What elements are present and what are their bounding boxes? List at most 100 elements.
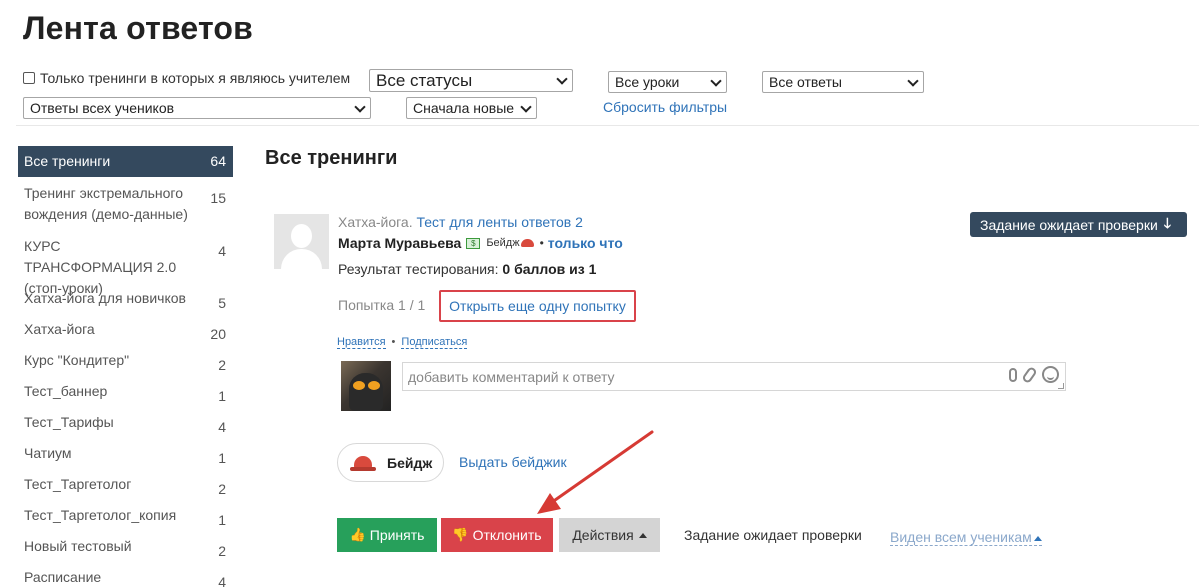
sidebar-item[interactable]: Тест_Таргетолог_копия 1 <box>18 505 233 528</box>
reject-label: Отклонить <box>472 527 542 543</box>
sidebar-item[interactable]: Тренинг экстремального вождения (демо-да… <box>18 183 233 225</box>
sort-select-value: Сначала новые <box>413 100 515 116</box>
comment-tools <box>1009 365 1059 384</box>
sidebar-item[interactable]: Курс "Кондитер" 2 <box>18 350 233 373</box>
sidebar-item[interactable]: Чатиум 1 <box>18 443 233 466</box>
sidebar-item[interactable]: Тест_Таргетолог 2 <box>18 474 233 497</box>
sidebar-item-count: 1 <box>218 388 226 404</box>
sidebar-item-count: 1 <box>218 450 226 466</box>
caret-up-icon <box>1033 535 1042 541</box>
sidebar-item-count: 4 <box>218 243 226 259</box>
paperclip-icon[interactable] <box>1021 365 1038 384</box>
students-select[interactable]: Ответы всех учеников <box>23 97 371 119</box>
sidebar-item-label: Расписание <box>24 569 102 585</box>
teacher-only-filter[interactable]: Только тренинги в которых я являюсь учит… <box>23 70 350 86</box>
visibility-label: Виден всем ученикам <box>890 529 1032 545</box>
comment-placeholder: добавить комментарий к ответу <box>408 369 615 385</box>
sidebar-item-label: Тест_баннер <box>24 383 108 399</box>
annotation-arrow-head <box>537 493 561 514</box>
chevron-down-icon <box>354 101 366 113</box>
lessons-select[interactable]: Все уроки <box>608 71 727 93</box>
sidebar-item-count: 4 <box>218 574 226 588</box>
thumbs-down-icon: 👎 <box>452 527 469 542</box>
badge-label: Бейдж <box>387 454 433 471</box>
result-label: Результат тестирования: <box>338 261 499 277</box>
actions-label: Действия <box>572 527 634 543</box>
chevron-down-icon <box>907 75 919 87</box>
training-name[interactable]: Хатха-йога. <box>338 214 413 230</box>
answers-select-value: Все ответы <box>769 74 842 90</box>
resize-grip[interactable] <box>1058 383 1064 389</box>
give-badge-link[interactable]: Выдать бейджик <box>459 454 567 470</box>
attempt-counter: Попытка 1 / 1 <box>338 297 426 313</box>
answer-time[interactable]: только что <box>548 235 623 251</box>
smile-icon[interactable] <box>1042 366 1059 383</box>
chevron-down-icon <box>556 73 568 85</box>
reject-button[interactable]: 👎 Отклонить <box>441 518 553 552</box>
arrow-down-icon: 🡓 <box>1163 214 1172 231</box>
sidebar-item-count: 5 <box>218 295 226 311</box>
sidebar-item-count: 1 <box>218 512 226 528</box>
hat-icon <box>520 239 534 247</box>
commenter-avatar-glasses-right <box>368 381 380 390</box>
subscribe-link[interactable]: Подписаться <box>401 336 468 349</box>
lesson-link[interactable]: Тест для ленты ответов 2 <box>417 214 583 230</box>
sidebar-item-count: 2 <box>218 481 226 497</box>
sidebar-item-label: Тест_Тарифы <box>24 414 114 430</box>
avatar[interactable] <box>274 214 329 269</box>
reset-filters-link[interactable]: Сбросить фильтры <box>603 99 727 115</box>
sidebar-item[interactable]: Хатха-йога для новичков 5 <box>18 288 233 311</box>
chevron-down-icon <box>710 75 722 87</box>
sidebar-item-label: Новый тестовый <box>24 538 132 554</box>
hat-brim <box>350 466 376 471</box>
sidebar-item-label: Все тренинги <box>24 153 111 169</box>
sidebar-item-count: 2 <box>218 357 226 373</box>
sidebar-item-label: Чатиум <box>24 445 72 461</box>
checkbox-icon[interactable] <box>23 72 35 84</box>
sidebar-item-count: 4 <box>218 419 226 435</box>
mic-icon[interactable] <box>1009 367 1017 382</box>
sort-select[interactable]: Сначала новые <box>406 97 537 119</box>
status-select-value: Все статусы <box>376 70 473 90</box>
lessons-select-value: Все уроки <box>615 74 680 90</box>
sidebar-item[interactable]: Расписание 4 <box>18 567 233 588</box>
dot-separator: • <box>391 336 396 348</box>
badge-pill[interactable]: Бейдж <box>337 443 444 482</box>
commenter-avatar-glasses-left <box>353 381 365 390</box>
sidebar-item[interactable]: Тест_Тарифы 4 <box>18 412 233 435</box>
sidebar-item-count: 2 <box>218 543 226 559</box>
status-select[interactable]: Все статусы <box>369 69 573 92</box>
visibility-toggle[interactable]: Виден всем ученикам <box>890 529 1042 546</box>
commenter-avatar-cat <box>349 373 383 411</box>
sidebar-item[interactable]: Новый тестовый 2 <box>18 536 233 559</box>
thumbs-up-icon: 👍 <box>349 527 366 542</box>
answers-select[interactable]: Все ответы <box>762 71 924 93</box>
status-button-label: Задание ожидает проверки <box>980 216 1158 233</box>
page-title: Лента ответов <box>23 10 254 46</box>
sidebar-item-all-trainings[interactable]: Все тренинги 64 <box>18 146 233 177</box>
sidebar-item[interactable]: Тест_баннер 1 <box>18 381 233 404</box>
sidebar-item-label: Хатха-йога для новичков <box>24 290 186 306</box>
accept-button[interactable]: 👍 Принять <box>337 518 437 552</box>
badge-mini-label: Бейдж <box>486 237 520 249</box>
avatar-body <box>281 249 322 269</box>
open-attempt-highlight: Открыть еще одну попытку <box>439 290 636 322</box>
teacher-only-label: Только тренинги в которых я являюсь учит… <box>40 70 351 86</box>
like-link[interactable]: Нравится <box>337 336 386 349</box>
status-button[interactable]: Задание ожидает проверки 🡓 <box>970 212 1187 237</box>
lesson-line: Хатха-йога. Тест для ленты ответов 2 <box>338 214 583 230</box>
actions-button[interactable]: Действия <box>559 518 660 552</box>
avatar-head <box>291 224 312 248</box>
sidebar-item-count: 64 <box>210 153 226 169</box>
result-value: 0 баллов из 1 <box>502 261 597 277</box>
sidebar-item-label: Курс "Кондитер" <box>24 352 130 368</box>
money-icon: $ <box>466 237 481 249</box>
chevron-down-icon <box>520 101 532 113</box>
social-links: Нравится • Подписаться <box>337 336 468 349</box>
user-name[interactable]: Марта Муравьева <box>338 235 461 251</box>
sidebar-item-label: Тест_Таргетолог_копия <box>24 507 177 523</box>
open-attempt-link[interactable]: Открыть еще одну попытку <box>449 298 626 314</box>
hat-icon <box>350 453 378 473</box>
comment-input[interactable]: добавить комментарий к ответу <box>402 362 1066 391</box>
sidebar-item[interactable]: Хатха-йога 20 <box>18 319 233 342</box>
